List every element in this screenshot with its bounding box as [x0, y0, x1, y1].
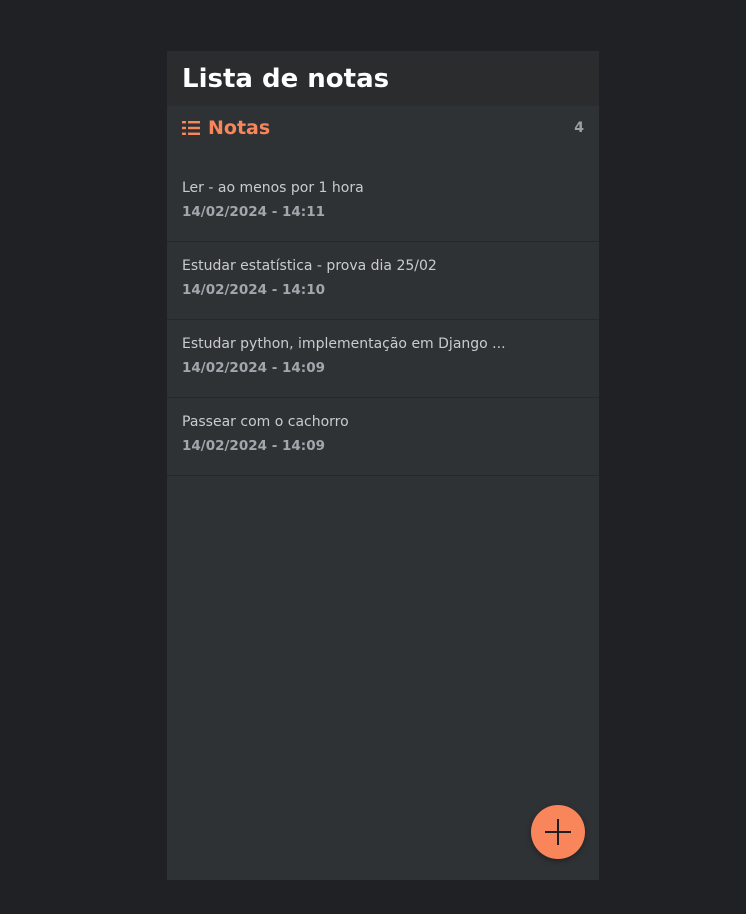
note-text: Estudar python, implementação em Django …: [182, 336, 506, 352]
note-text: Ler - ao menos por 1 hora: [182, 180, 364, 196]
note-item[interactable]: Estudar estatística - prova dia 25/02 14…: [167, 242, 599, 320]
notes-list: Ler - ao menos por 1 hora 14/02/2024 - 1…: [167, 164, 599, 476]
section-header: Notas 4: [167, 106, 599, 150]
note-date: 14/02/2024 - 14:09: [182, 438, 325, 454]
note-date: 14/02/2024 - 14:10: [182, 282, 325, 298]
list-icon: [182, 121, 200, 135]
note-item[interactable]: Passear com o cachorro 14/02/2024 - 14:0…: [167, 398, 599, 476]
notes-app: Lista de notas Notas 4 Ler - ao menos po…: [167, 51, 599, 880]
plus-icon: [545, 819, 571, 845]
section-title: Notas: [208, 117, 271, 139]
note-item[interactable]: Estudar python, implementação em Django …: [167, 320, 599, 398]
note-text: Estudar estatística - prova dia 25/02: [182, 258, 437, 274]
note-text: Passear com o cachorro: [182, 414, 349, 430]
page-title: Lista de notas: [182, 63, 390, 94]
add-note-button[interactable]: [531, 805, 585, 859]
notes-count-badge: 4: [574, 120, 584, 136]
note-date: 14/02/2024 - 14:09: [182, 360, 325, 376]
note-item[interactable]: Ler - ao menos por 1 hora 14/02/2024 - 1…: [167, 164, 599, 242]
note-date: 14/02/2024 - 14:11: [182, 204, 325, 220]
app-header: Lista de notas: [167, 51, 599, 106]
